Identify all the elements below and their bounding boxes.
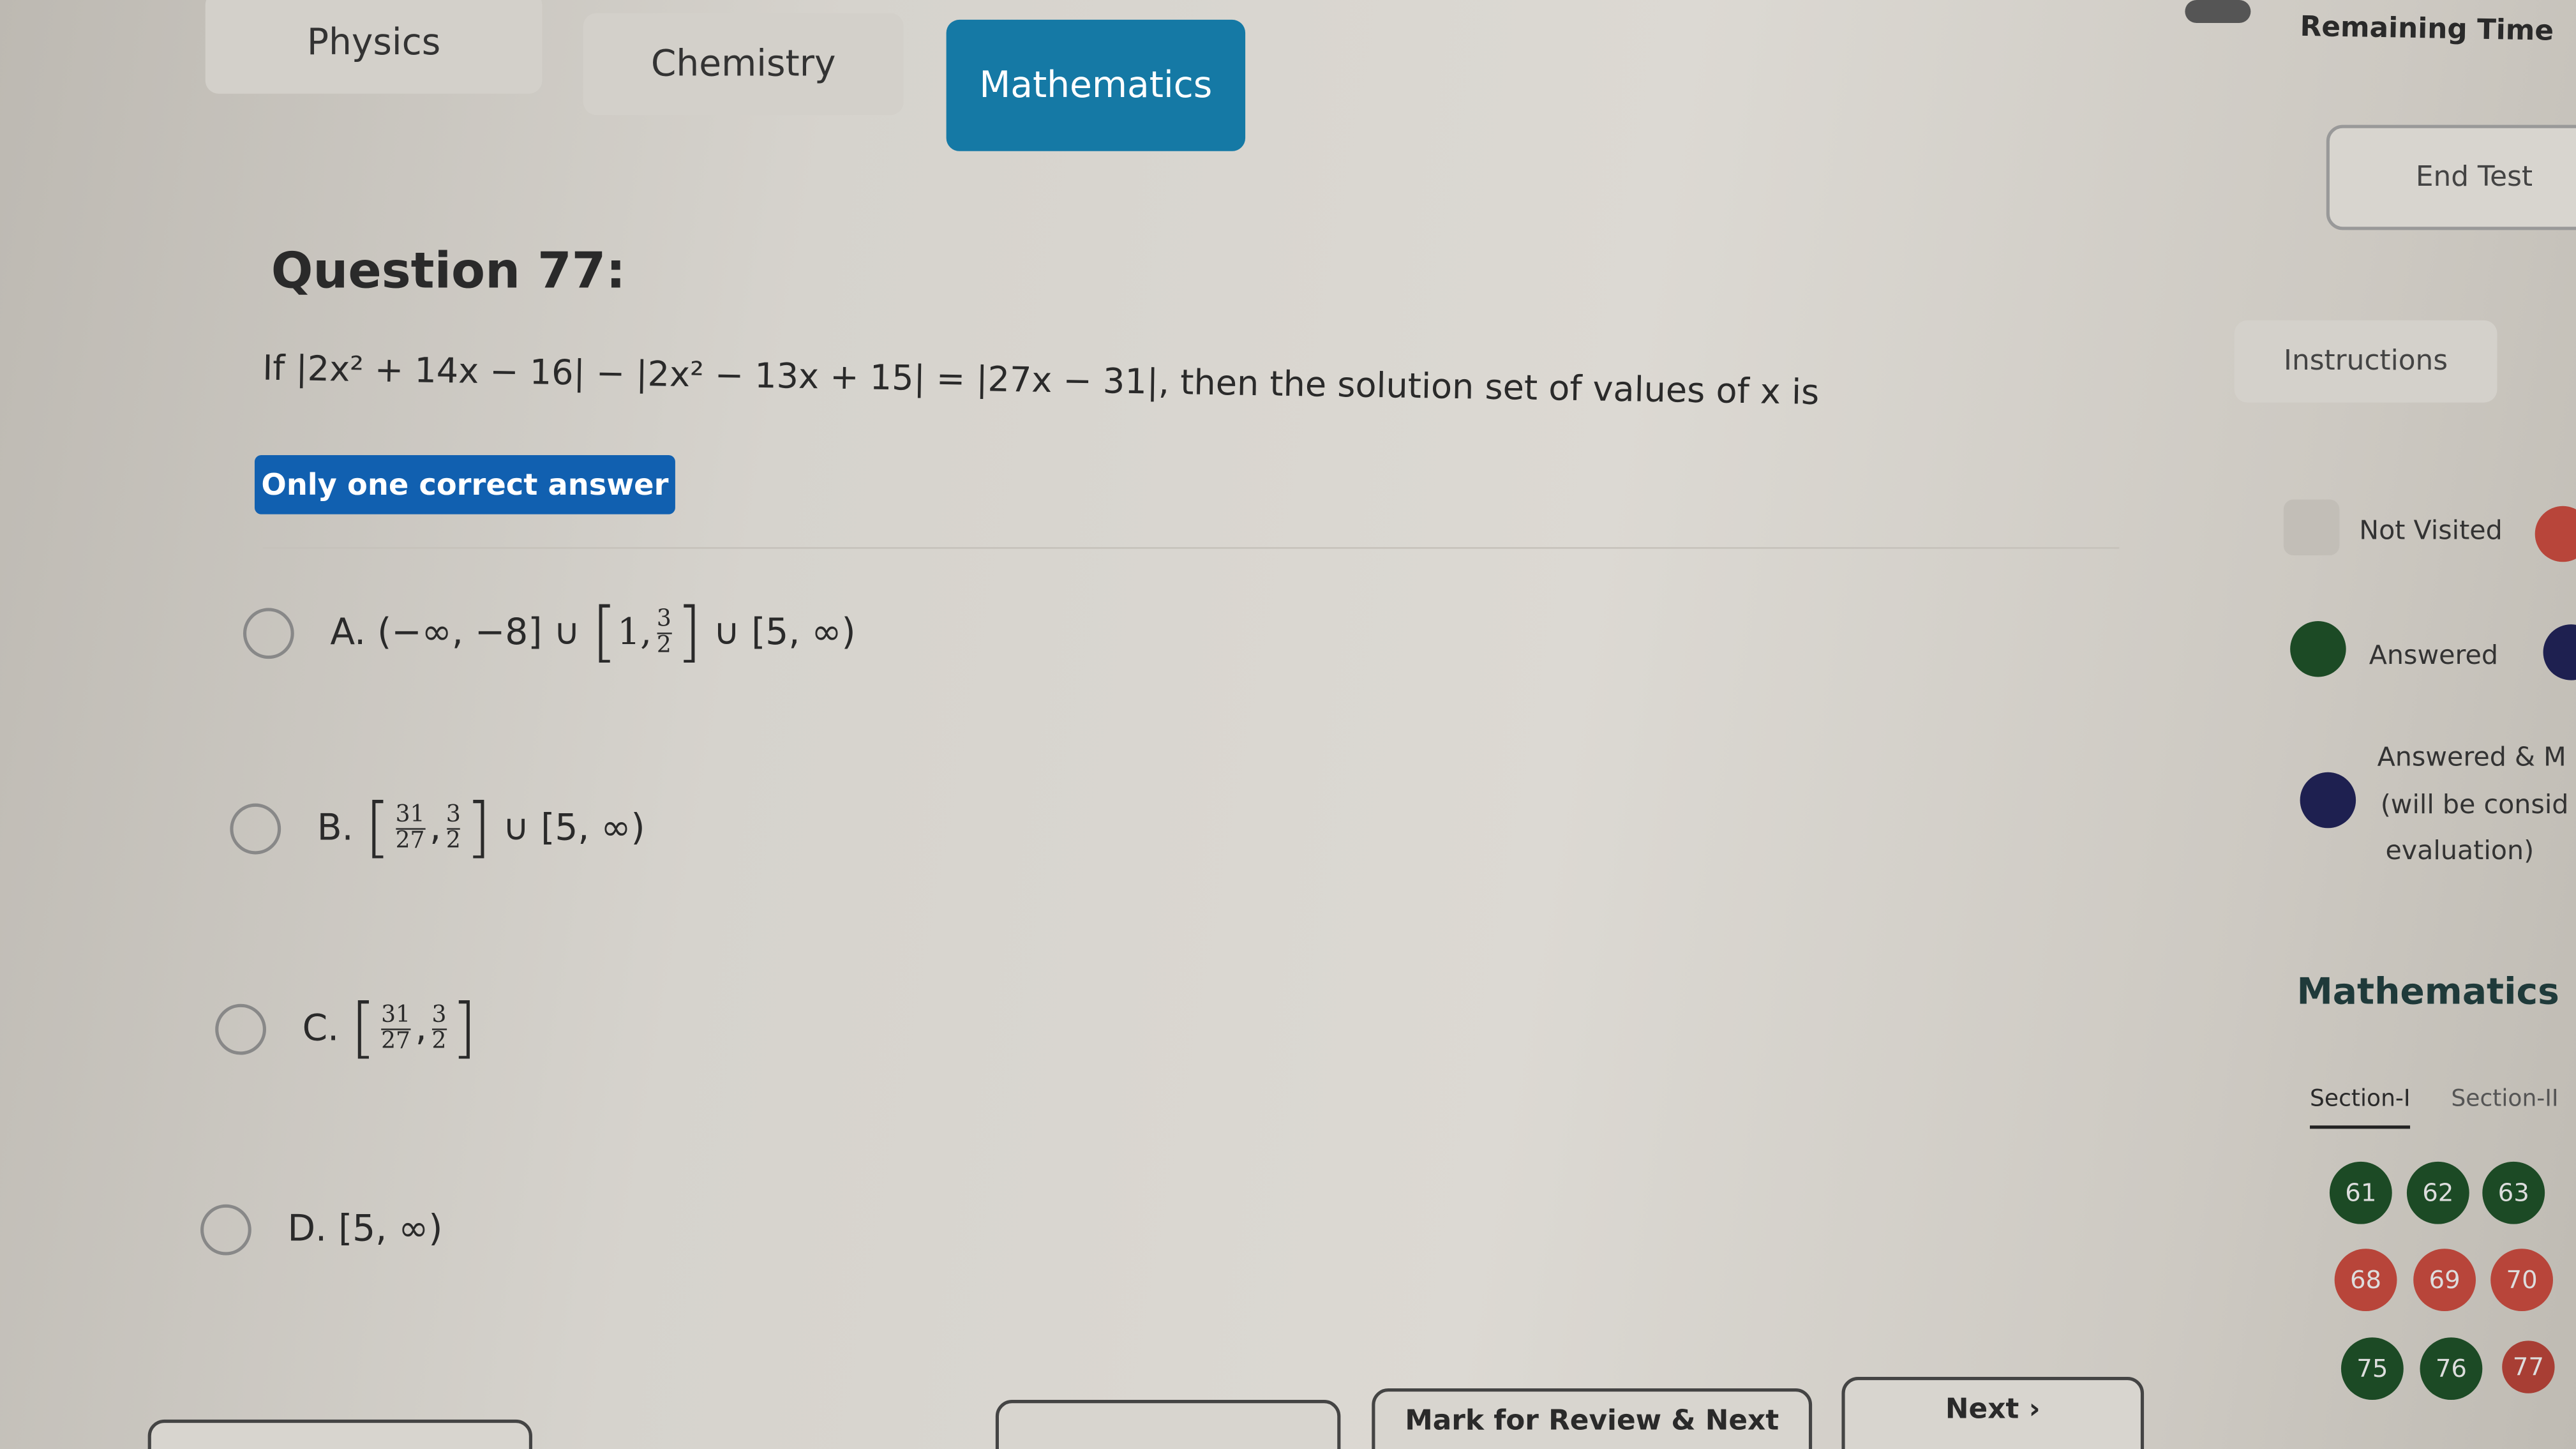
question-75[interactable]: 75 [2340, 1337, 2404, 1400]
not-answered-icon [2535, 506, 2576, 562]
legend-label: Answered [2369, 639, 2498, 671]
legend-label: Not Visited [2359, 514, 2503, 546]
fraction: 32 [431, 1001, 447, 1055]
option-text: ∪ [5, ∞) [502, 807, 645, 849]
not-visited-icon [2283, 499, 2340, 556]
previous-button[interactable] [147, 1419, 532, 1449]
question-title: Question 77: [271, 243, 626, 301]
end-test-button[interactable]: End Test [2326, 124, 2576, 230]
instructions-button[interactable]: Instructions [2234, 320, 2497, 403]
next-button[interactable]: Next › [1841, 1377, 2145, 1449]
tab-chemistry[interactable]: Chemistry [583, 13, 904, 116]
option-a[interactable]: A. (−∞, −8] ∪ [1, 3 2] ∪ [5, ∞) [243, 600, 856, 666]
section-tab-1[interactable]: Section-I [2310, 1086, 2411, 1129]
marked-icon [2543, 624, 2576, 680]
end-test-label: End Test [2415, 161, 2533, 194]
option-text: [5, ∞) [338, 1209, 443, 1250]
palette-subject: Mathematics [2296, 972, 2559, 1014]
fraction: 31 27 [381, 1001, 410, 1055]
remaining-time-label: Remaining Time [2300, 11, 2554, 49]
question-77[interactable]: 77 [2502, 1340, 2555, 1393]
option-c[interactable]: C. [31 27, 3 2] [215, 996, 477, 1062]
mark-review-next-button[interactable]: Mark for Review & Next [1372, 1388, 1813, 1449]
radio-button[interactable] [243, 607, 294, 658]
fraction: 32 [656, 605, 671, 658]
legend-label: evaluation) [2385, 834, 2535, 866]
radio-button[interactable] [215, 1003, 266, 1055]
answered-icon [2290, 620, 2346, 677]
question-70[interactable]: 70 [2490, 1249, 2553, 1312]
next-label: Next › [1945, 1393, 2041, 1427]
question-61[interactable]: 61 [2329, 1161, 2392, 1224]
option-d[interactable]: D. [5, ∞) [200, 1204, 443, 1256]
option-b[interactable]: B. [31 27, 3 2] ∪ [5, ∞) [230, 795, 645, 861]
tab-mathematics[interactable]: Mathematics [946, 19, 1246, 151]
question-76[interactable]: 76 [2420, 1337, 2483, 1400]
question-68[interactable]: 68 [2334, 1249, 2397, 1312]
option-text: 1, [617, 612, 652, 654]
legend-label: (will be consid [2380, 788, 2569, 820]
option-text: (−∞, −8] ∪ [377, 612, 580, 654]
option-label: D. [287, 1209, 327, 1250]
fraction: 32 [446, 800, 461, 854]
question-69[interactable]: 69 [2413, 1249, 2476, 1312]
legend-label: Answered & M [2377, 740, 2566, 772]
timer-icon [2185, 0, 2251, 24]
question-63[interactable]: 63 [2482, 1161, 2545, 1224]
question-type-badge: Only one correct answer [254, 454, 675, 514]
option-label: A. [330, 612, 366, 654]
answered-marked-icon [2300, 772, 2356, 829]
divider [262, 547, 2120, 549]
radio-button[interactable] [230, 802, 281, 854]
question-62[interactable]: 62 [2406, 1161, 2469, 1224]
option-label: C. [302, 1008, 340, 1049]
option-text: ∪ [5, ∞) [713, 612, 856, 654]
question-text: If |2x² + 14x − 16| − |2x² − 13x + 15| =… [262, 348, 1820, 412]
radio-button[interactable] [200, 1204, 251, 1256]
mark-review-next-label: Mark for Review & Next [1405, 1404, 1779, 1438]
section-tab-2[interactable]: Section-II [2451, 1086, 2558, 1112]
instructions-label: Instructions [2284, 345, 2448, 379]
fraction: 31 27 [395, 800, 425, 854]
clear-response-button[interactable] [995, 1400, 1341, 1449]
tab-physics[interactable]: Physics [205, 0, 543, 94]
option-label: B. [317, 807, 354, 849]
